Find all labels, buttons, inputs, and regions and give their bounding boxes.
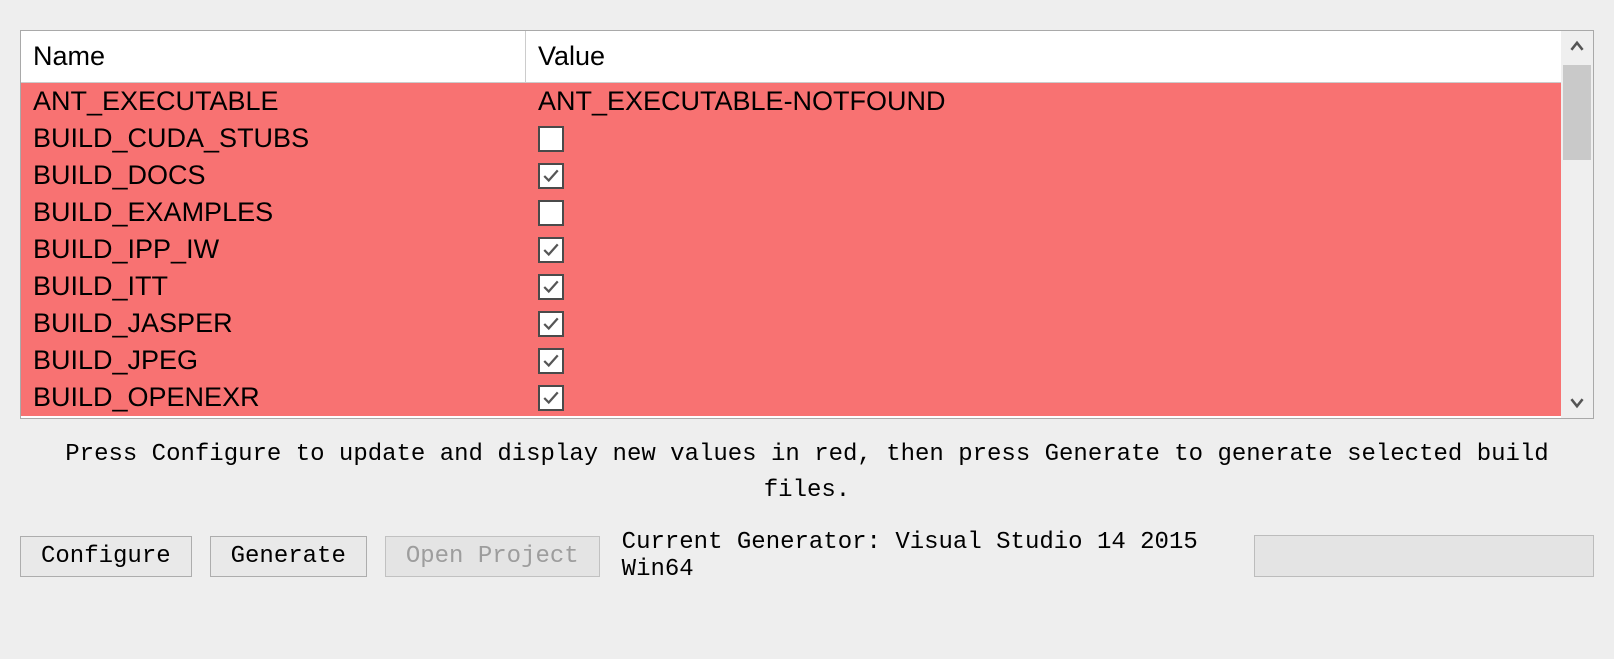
cache-var-name: BUILD_IPP_IW [21,234,526,265]
vertical-scrollbar[interactable] [1561,31,1593,418]
cache-var-value[interactable] [526,311,1561,337]
cache-var-value[interactable] [526,163,1561,189]
cmake-cache-table: Name Value ANT_EXECUTABLE ANT_EXECUTABLE-… [20,30,1594,419]
checkbox[interactable] [538,200,564,226]
scroll-up-arrow-icon[interactable] [1561,31,1593,63]
cache-var-value[interactable] [526,385,1561,411]
table-row[interactable]: BUILD_JPEG [21,342,1561,379]
table-row[interactable]: ANT_EXECUTABLE ANT_EXECUTABLE-NOTFOUND [21,83,1561,120]
table-body: ANT_EXECUTABLE ANT_EXECUTABLE-NOTFOUND BUI… [21,83,1561,418]
table-row[interactable]: BUILD_EXAMPLES [21,194,1561,231]
bottom-toolbar: Configure Generate Open Project Current … [20,519,1594,583]
value-text: ANT_EXECUTABLE-NOTFOUND [538,86,946,117]
scroll-down-arrow-icon[interactable] [1561,386,1593,418]
cache-var-name: BUILD_DOCS [21,160,526,191]
cache-var-value[interactable] [526,126,1561,152]
cache-var-value[interactable] [526,274,1561,300]
generator-label: Current Generator: Visual Studio 14 2015… [622,529,1236,583]
col-header-value[interactable]: Value [526,31,1561,82]
scroll-thumb[interactable] [1563,65,1591,160]
table-header: Name Value [21,31,1561,83]
cache-var-name: ANT_EXECUTABLE [21,86,526,117]
cache-var-name: BUILD_CUDA_STUBS [21,123,526,154]
table-row[interactable]: BUILD_DOCS [21,157,1561,194]
cache-var-name: BUILD_JASPER [21,308,526,339]
open-project-button: Open Project [385,536,600,577]
cache-var-value[interactable]: ANT_EXECUTABLE-NOTFOUND [526,86,1561,117]
table-row[interactable]: BUILD_CUDA_STUBS [21,120,1561,157]
hint-text: Press Configure to update and display ne… [20,419,1594,519]
cache-var-value[interactable] [526,237,1561,263]
cache-var-value[interactable] [526,200,1561,226]
cache-var-name: BUILD_JPEG [21,345,526,376]
checkbox[interactable] [538,163,564,189]
cache-var-value[interactable] [526,348,1561,374]
checkbox[interactable] [538,237,564,263]
cache-var-name: BUILD_ITT [21,271,526,302]
checkbox[interactable] [538,274,564,300]
configure-button[interactable]: Configure [20,536,192,577]
generate-button[interactable]: Generate [210,536,367,577]
progress-box [1254,535,1594,577]
table-row[interactable]: BUILD_ITT [21,268,1561,305]
checkbox[interactable] [538,126,564,152]
checkbox[interactable] [538,311,564,337]
col-header-name[interactable]: Name [21,31,526,82]
cache-var-name: BUILD_OPENEXR [21,382,526,413]
table-row[interactable]: BUILD_IPP_IW [21,231,1561,268]
checkbox[interactable] [538,385,564,411]
table-row[interactable]: BUILD_OPENEXR [21,379,1561,416]
cache-var-name: BUILD_EXAMPLES [21,197,526,228]
checkbox[interactable] [538,348,564,374]
table-row[interactable]: BUILD_JASPER [21,305,1561,342]
